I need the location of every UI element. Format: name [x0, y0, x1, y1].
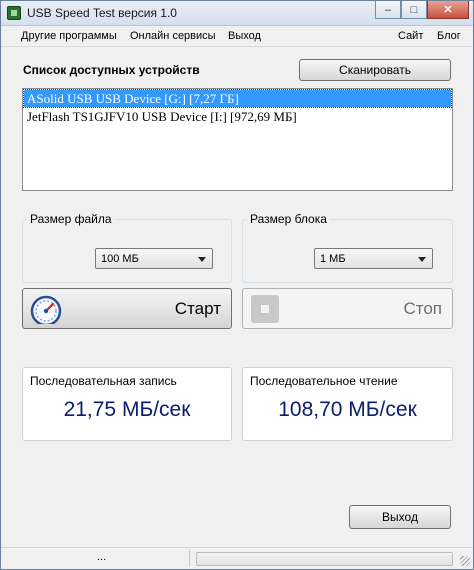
- file-size-value: 100 МБ: [101, 252, 139, 265]
- file-size-label: Размер файла: [27, 212, 115, 226]
- menu-exit[interactable]: Выход: [228, 30, 261, 42]
- menu-blog[interactable]: Блог: [437, 30, 461, 42]
- write-result-label: Последовательная запись: [30, 374, 177, 388]
- stop-label: Стоп: [403, 299, 442, 318]
- chevron-down-icon: [418, 257, 426, 262]
- resize-grip-icon[interactable]: [460, 556, 470, 566]
- app-icon: [7, 6, 21, 20]
- exit-button[interactable]: Выход: [349, 505, 451, 529]
- chevron-down-icon: [198, 257, 206, 262]
- speedometer-icon: [30, 295, 62, 324]
- title-bar[interactable]: USB Speed Test версия 1.0 – □ ✕: [1, 1, 473, 26]
- start-button[interactable]: Старт: [22, 288, 232, 329]
- read-result-label: Последовательное чтение: [250, 374, 398, 388]
- list-item[interactable]: JetFlash TS1GJFV10 USB Device [I:] [972,…: [24, 108, 451, 125]
- stop-icon: [251, 295, 279, 323]
- maximize-button[interactable]: □: [401, 1, 427, 19]
- file-size-group: Размер файла 100 МБ: [22, 212, 232, 283]
- device-list-title: Список доступных устройств: [23, 63, 200, 77]
- window-controls: – □ ✕: [375, 1, 469, 19]
- block-size-value: 1 МБ: [320, 252, 346, 265]
- write-speed-value: 21,75 МБ/сек: [63, 398, 191, 421]
- minimize-icon: –: [384, 3, 392, 16]
- block-size-group: Размер блока 1 МБ: [242, 212, 453, 283]
- status-text: ...: [97, 551, 107, 563]
- status-bar: ...: [1, 547, 473, 569]
- menu-other-programs[interactable]: Другие программы: [21, 30, 117, 42]
- stop-button[interactable]: Стоп: [242, 288, 453, 329]
- app-window: USB Speed Test версия 1.0 – □ ✕ Другие п…: [0, 0, 474, 570]
- device-list[interactable]: ASolid USB USB Device [G:] [7,27 ГБ] Jet…: [22, 88, 453, 191]
- close-icon: ✕: [443, 4, 453, 16]
- block-size-label: Размер блока: [247, 212, 330, 226]
- menu-bar: Другие программы Онлайн сервисы Выход Са…: [1, 27, 473, 47]
- write-result-panel: Последовательная запись 21,75 МБ/сек: [22, 367, 232, 441]
- menu-online-services[interactable]: Онлайн сервисы: [130, 30, 216, 42]
- read-result-panel: Последовательное чтение 108,70 МБ/сек: [242, 367, 453, 441]
- close-button[interactable]: ✕: [427, 1, 469, 19]
- minimize-button[interactable]: –: [375, 1, 401, 19]
- scan-button[interactable]: Сканировать: [299, 59, 451, 81]
- window-title: USB Speed Test версия 1.0: [27, 6, 177, 20]
- file-size-select[interactable]: 100 МБ: [95, 248, 213, 269]
- start-label: Старт: [174, 299, 221, 318]
- menu-site[interactable]: Сайт: [398, 30, 423, 42]
- block-size-select[interactable]: 1 МБ: [314, 248, 433, 269]
- maximize-icon: □: [410, 3, 418, 16]
- list-item[interactable]: ASolid USB USB Device [G:] [7,27 ГБ]: [23, 89, 452, 108]
- read-speed-value: 108,70 МБ/сек: [278, 398, 417, 421]
- progress-bar: [196, 552, 453, 566]
- status-divider: [189, 550, 190, 567]
